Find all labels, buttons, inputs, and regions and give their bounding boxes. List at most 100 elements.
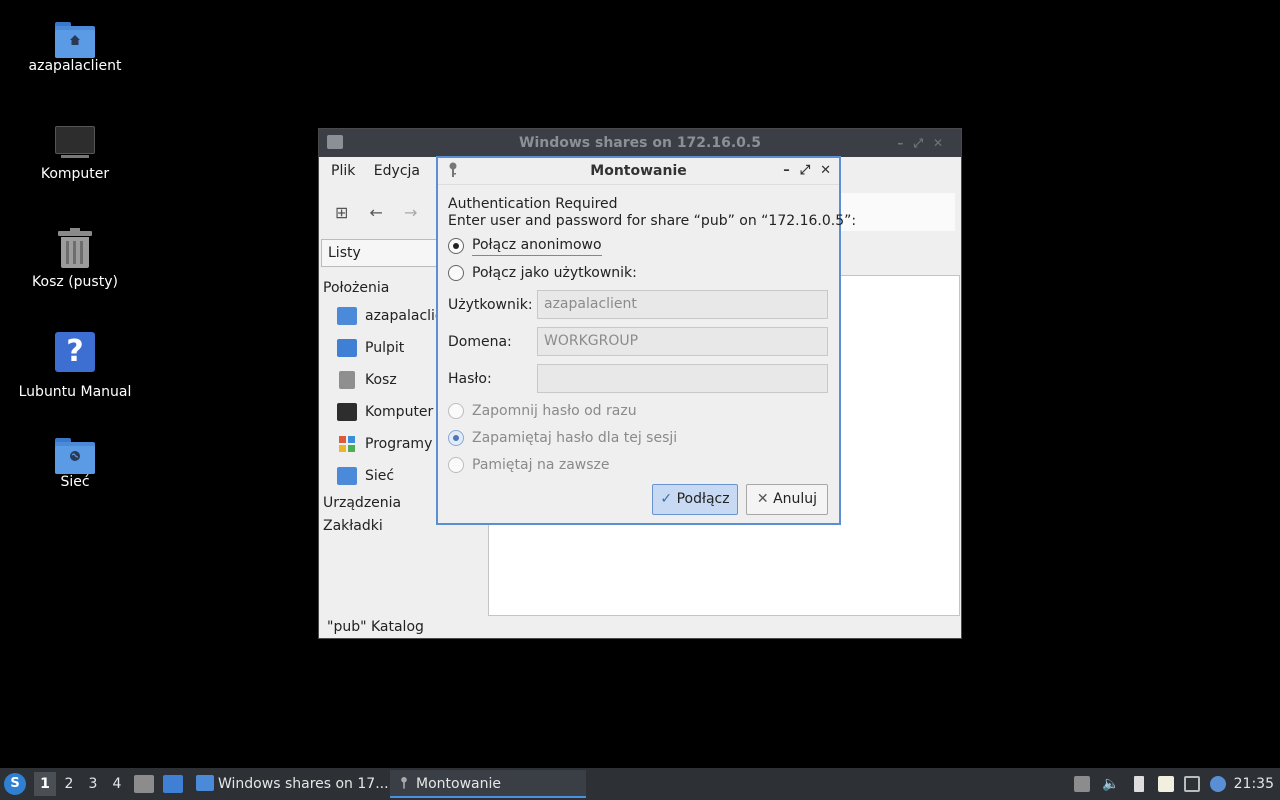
path-bar[interactable] [839, 193, 955, 231]
connect-button[interactable]: ✓ Podłącz [652, 484, 738, 515]
menu-edit[interactable]: Edycja [374, 163, 420, 179]
workspace-1[interactable]: 1 [34, 772, 56, 796]
start-menu-icon[interactable]: S [4, 773, 26, 795]
task-montowanie[interactable]: Montowanie [390, 770, 586, 798]
help-icon: ? [55, 332, 95, 372]
eject-icon[interactable] [1074, 776, 1090, 792]
desktop-icon-manual[interactable]: ? Lubuntu Manual [0, 330, 150, 400]
trash-icon [339, 371, 355, 389]
close-icon[interactable]: ✕ [933, 136, 953, 150]
desktop-icon-label: Sieć [60, 474, 90, 490]
back-arrow-icon[interactable]: ← [370, 203, 383, 222]
dialog-message: Enter user and password for share “pub” … [448, 213, 857, 229]
home-folder-icon [337, 307, 357, 325]
minimize-icon[interactable]: – [783, 163, 790, 178]
desktop-icon-trash[interactable]: Kosz (pusty) [0, 226, 150, 290]
radio-connect-as-user[interactable]: Połącz jako użytkownik: [448, 263, 829, 283]
desktop-icon-home[interactable]: azapalaclient [0, 18, 150, 74]
battery-icon[interactable] [1134, 776, 1144, 792]
window-controls: –⤢✕ [897, 129, 953, 157]
network-folder-icon [55, 438, 95, 474]
task-windows-shares[interactable]: Windows shares on 17... [192, 770, 389, 798]
password-row: Hasło: [448, 364, 829, 394]
radio-remember-forever[interactable]: Pamiętaj na zawsze [448, 455, 829, 475]
show-desktop-icon[interactable] [163, 775, 183, 793]
applications-icon [339, 436, 355, 452]
status-bar: "pub" Katalog [327, 619, 424, 635]
radio-label: Połącz anonimowo [472, 236, 602, 256]
notification-icon[interactable] [1210, 776, 1226, 792]
sidebar-item-label: Kosz [365, 372, 397, 388]
task-label: Windows shares on 17... [218, 776, 389, 792]
forward-arrow-icon[interactable]: → [404, 203, 417, 222]
dialog-titlebar[interactable]: Montowanie – ⤢ ✕ [438, 158, 839, 185]
radio-button[interactable] [448, 403, 464, 419]
cancel-button-label: Anuluj [773, 491, 818, 507]
radio-label: Zapamiętaj hasło dla tej sesji [472, 430, 678, 446]
username-row: Użytkownik: azapalaclient [448, 290, 829, 320]
view-mode-select[interactable]: Listy [321, 239, 451, 267]
dialog-title: Montowanie [590, 163, 687, 179]
folder-icon [196, 775, 214, 791]
workspace-3[interactable]: 3 [82, 772, 104, 796]
password-field[interactable] [537, 364, 828, 393]
volume-icon[interactable]: 🔈 [1102, 776, 1119, 792]
sidebar-item-label: Pulpit [365, 340, 405, 356]
radio-connect-anonymous[interactable]: Połącz anonimowo [448, 236, 829, 256]
workspace-4[interactable]: 4 [106, 772, 128, 796]
close-icon[interactable]: ✕ [820, 163, 831, 178]
clipboard-icon[interactable] [1158, 776, 1174, 792]
desktop-icon-label: Komputer [40, 166, 110, 182]
desktop-icon [337, 339, 357, 357]
computer-icon [337, 403, 357, 421]
connect-button-label: Podłącz [676, 491, 730, 507]
key-icon [401, 777, 407, 789]
sidebar-item-label: Sieć [365, 468, 395, 484]
home-folder-icon [55, 22, 95, 58]
radio-button[interactable] [448, 457, 464, 473]
workspace-2[interactable]: 2 [58, 772, 80, 796]
desktop-icon-computer[interactable]: Komputer [0, 120, 150, 182]
menu-bar: Plik Edycja [331, 163, 434, 179]
window-title: Windows shares on 172.16.0.5 [519, 135, 761, 151]
domain-label: Domena: [448, 334, 512, 350]
window-titlebar[interactable]: Windows shares on 172.16.0.5 –⤢✕ [319, 129, 961, 157]
minimize-icon[interactable]: – [897, 136, 913, 150]
radio-label: Zapomnij hasło od razu [472, 403, 637, 419]
domain-field[interactable]: WORKGROUP [537, 327, 828, 356]
sidebar-item-label: Komputer [365, 404, 434, 420]
network-icon[interactable] [1184, 776, 1200, 792]
file-manager-launcher-icon[interactable] [134, 775, 154, 793]
menu-file[interactable]: Plik [331, 163, 355, 179]
maximize-icon[interactable]: ⤢ [800, 163, 810, 178]
taskbar: S 1 2 3 4 Windows shares on 17... Montow… [0, 768, 1280, 800]
radio-label: Połącz jako użytkownik: [472, 265, 637, 281]
desktop-icon-label: Lubuntu Manual [18, 384, 132, 400]
radio-remember-session[interactable]: Zapamiętaj hasło dla tej sesji [448, 428, 829, 448]
domain-row: Domena: WORKGROUP [448, 327, 829, 357]
radio-button[interactable] [448, 430, 464, 446]
folder-icon [327, 135, 343, 149]
desktop-icon-network[interactable]: Sieć [0, 434, 150, 490]
desktop-icon-label: Kosz (pusty) [32, 274, 118, 290]
username-field[interactable]: azapalaclient [537, 290, 828, 319]
clock[interactable]: 21:35 [1234, 768, 1274, 800]
new-tab-icon[interactable]: ⊞ [335, 203, 348, 222]
toolbar: ⊞ ← → [335, 203, 433, 222]
maximize-icon[interactable]: ⤢ [913, 136, 933, 150]
radio-button[interactable] [448, 238, 464, 254]
mount-dialog: Montowanie – ⤢ ✕ Authentication Required E… [436, 156, 857, 525]
cancel-x-icon: ✕ [756, 491, 769, 507]
check-icon: ✓ [660, 491, 673, 507]
dialog-body: Authentication Required Enter user and p… [448, 196, 857, 515]
dialog-heading: Authentication Required [448, 196, 618, 212]
cancel-button[interactable]: ✕ Anuluj [746, 484, 828, 515]
task-label: Montowanie [416, 776, 501, 792]
radio-button[interactable] [448, 265, 464, 281]
radio-forget-now[interactable]: Zapomnij hasło od razu [448, 401, 829, 421]
desktop-icon-label: azapalaclient [28, 58, 122, 74]
dialog-window-controls: – ⤢ ✕ [773, 158, 831, 184]
key-icon [449, 162, 457, 177]
computer-icon [55, 126, 95, 160]
network-folder-icon [337, 467, 357, 485]
